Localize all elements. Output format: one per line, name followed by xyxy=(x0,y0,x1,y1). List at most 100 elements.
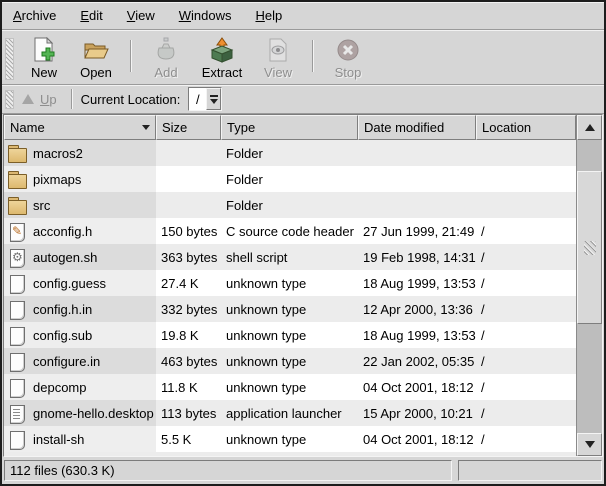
table-row[interactable]: config.guess 27.4 K unknown type 18 Aug … xyxy=(4,270,576,296)
file-date-modified: 27 Jun 1999, 21:49 xyxy=(363,224,474,239)
document-icon xyxy=(7,378,28,397)
file-size: 27.4 K xyxy=(161,276,199,291)
file-size: 11.8 K xyxy=(161,380,198,395)
file-date-modified: 19 Feb 1998, 14:31 xyxy=(363,250,476,265)
file-location: / xyxy=(481,276,485,291)
file-size: 113 bytes xyxy=(161,406,216,421)
view-button-label: View xyxy=(264,65,292,80)
toolbar-separator xyxy=(312,40,314,72)
table-row[interactable]: depcomp 11.8 K unknown type 04 Oct 2001,… xyxy=(4,374,576,400)
location-combo-button[interactable] xyxy=(206,88,221,110)
file-date-modified: 12 Apr 2000, 13:36 xyxy=(363,302,473,317)
scroll-down-button[interactable] xyxy=(577,433,602,456)
desktop-file-icon xyxy=(7,404,28,423)
column-header-date-modified[interactable]: Date modified xyxy=(358,115,476,140)
archive-manager-window: Archive Edit View Windows Help New Open xyxy=(0,0,606,486)
file-name: pixmaps xyxy=(33,172,81,187)
column-header-size[interactable]: Size xyxy=(156,115,221,140)
open-button[interactable]: Open xyxy=(70,34,122,84)
menu-view[interactable]: View xyxy=(124,4,158,27)
scrollbar-thumb[interactable] xyxy=(577,171,602,324)
file-size: 463 bytes xyxy=(161,354,217,369)
file-list-area: Name Size Type Date modified Location ma… xyxy=(3,114,603,457)
file-type: unknown type xyxy=(226,302,306,317)
stop-icon xyxy=(335,37,361,63)
extract-button[interactable]: Extract xyxy=(192,34,252,84)
table-row[interactable]: install-sh 5.5 K unknown type 04 Oct 200… xyxy=(4,426,576,452)
file-type: unknown type xyxy=(226,276,306,291)
table-row[interactable]: macros2 Folder xyxy=(4,140,576,166)
new-archive-icon xyxy=(31,37,57,63)
file-name: config.h.in xyxy=(33,302,92,317)
file-name: src xyxy=(33,198,50,213)
vertical-scrollbar[interactable] xyxy=(576,115,602,456)
file-type: Folder xyxy=(226,198,263,213)
view-button[interactable]: View xyxy=(252,34,304,84)
menu-archive[interactable]: Archive xyxy=(10,4,59,27)
location-value[interactable]: / xyxy=(189,88,206,110)
location-combo[interactable]: / xyxy=(188,87,222,111)
document-icon xyxy=(7,430,28,449)
file-date-modified: 04 Oct 2001, 18:12 xyxy=(363,380,474,395)
file-size: 150 bytes xyxy=(161,224,217,239)
stop-button[interactable]: Stop xyxy=(322,34,374,84)
toolbar-drag-handle[interactable] xyxy=(5,38,14,80)
new-button[interactable]: New xyxy=(18,34,70,84)
column-header-location[interactable]: Location xyxy=(476,115,576,140)
file-name: acconfig.h xyxy=(33,224,92,239)
add-button[interactable]: Add xyxy=(140,34,192,84)
document-icon xyxy=(7,352,28,371)
table-row[interactable]: configure.in 463 bytes unknown type 22 J… xyxy=(4,348,576,374)
file-date-modified: 04 Oct 2001, 18:12 xyxy=(363,432,474,447)
column-header-location-label: Location xyxy=(482,120,531,135)
file-location: / xyxy=(481,380,485,395)
file-location: / xyxy=(481,224,485,239)
file-type: shell script xyxy=(226,250,287,265)
add-files-icon xyxy=(153,37,179,63)
up-icon xyxy=(22,94,34,104)
table-row[interactable]: autogen.sh 363 bytes shell script 19 Feb… xyxy=(4,244,576,270)
table-row[interactable]: pixmaps Folder xyxy=(4,166,576,192)
table-row[interactable]: config.h.in 332 bytes unknown type 12 Ap… xyxy=(4,296,576,322)
file-type: unknown type xyxy=(226,354,306,369)
file-date-modified: 18 Aug 1999, 13:53 xyxy=(363,276,476,291)
column-header-date-modified-label: Date modified xyxy=(364,120,444,135)
table-row[interactable]: src Folder xyxy=(4,192,576,218)
file-type: unknown type xyxy=(226,432,306,447)
scrollbar-grip-icon xyxy=(584,241,596,255)
file-list: macros2 Folder pixmaps Folder src Folder… xyxy=(4,140,576,456)
location-bar-drag-handle[interactable] xyxy=(5,90,14,109)
table-row-partial[interactable] xyxy=(4,452,576,456)
column-header-size-label: Size xyxy=(162,120,187,135)
file-location: / xyxy=(481,250,485,265)
menu-help[interactable]: Help xyxy=(252,4,285,27)
table-row[interactable]: acconfig.h 150 bytes C source code heade… xyxy=(4,218,576,244)
table-header: Name Size Type Date modified Location xyxy=(4,115,576,140)
menu-windows[interactable]: Windows xyxy=(176,4,235,27)
column-header-type[interactable]: Type xyxy=(221,115,358,140)
file-date-modified: 15 Apr 2000, 10:21 xyxy=(363,406,473,421)
file-type: application launcher xyxy=(226,406,342,421)
column-header-name[interactable]: Name xyxy=(4,115,156,140)
location-bar: Up Current Location: / xyxy=(2,85,604,114)
file-date-modified: 22 Jan 2002, 05:35 xyxy=(363,354,474,369)
folder-icon xyxy=(7,144,28,163)
table-row[interactable]: gnome-hello.desktop 113 bytes applicatio… xyxy=(4,400,576,426)
file-name: depcomp xyxy=(33,380,86,395)
document-icon xyxy=(7,326,28,345)
menu-edit[interactable]: Edit xyxy=(77,4,105,27)
file-table: Name Size Type Date modified Location ma… xyxy=(4,115,576,456)
add-button-label: Add xyxy=(154,65,177,80)
file-size: 19.8 K xyxy=(161,328,199,343)
scroll-up-button[interactable] xyxy=(577,115,602,140)
table-row[interactable]: config.sub 19.8 K unknown type 18 Aug 19… xyxy=(4,322,576,348)
scrollbar-trough[interactable] xyxy=(577,140,602,433)
current-location-label: Current Location: xyxy=(81,92,181,107)
sort-descending-icon xyxy=(142,125,150,130)
combo-arrow-icon xyxy=(210,95,218,97)
up-button[interactable]: Up xyxy=(20,90,63,109)
file-location: / xyxy=(481,432,485,447)
file-type: C source code header xyxy=(226,224,354,239)
folder-icon xyxy=(7,170,28,189)
file-name: macros2 xyxy=(33,146,83,161)
